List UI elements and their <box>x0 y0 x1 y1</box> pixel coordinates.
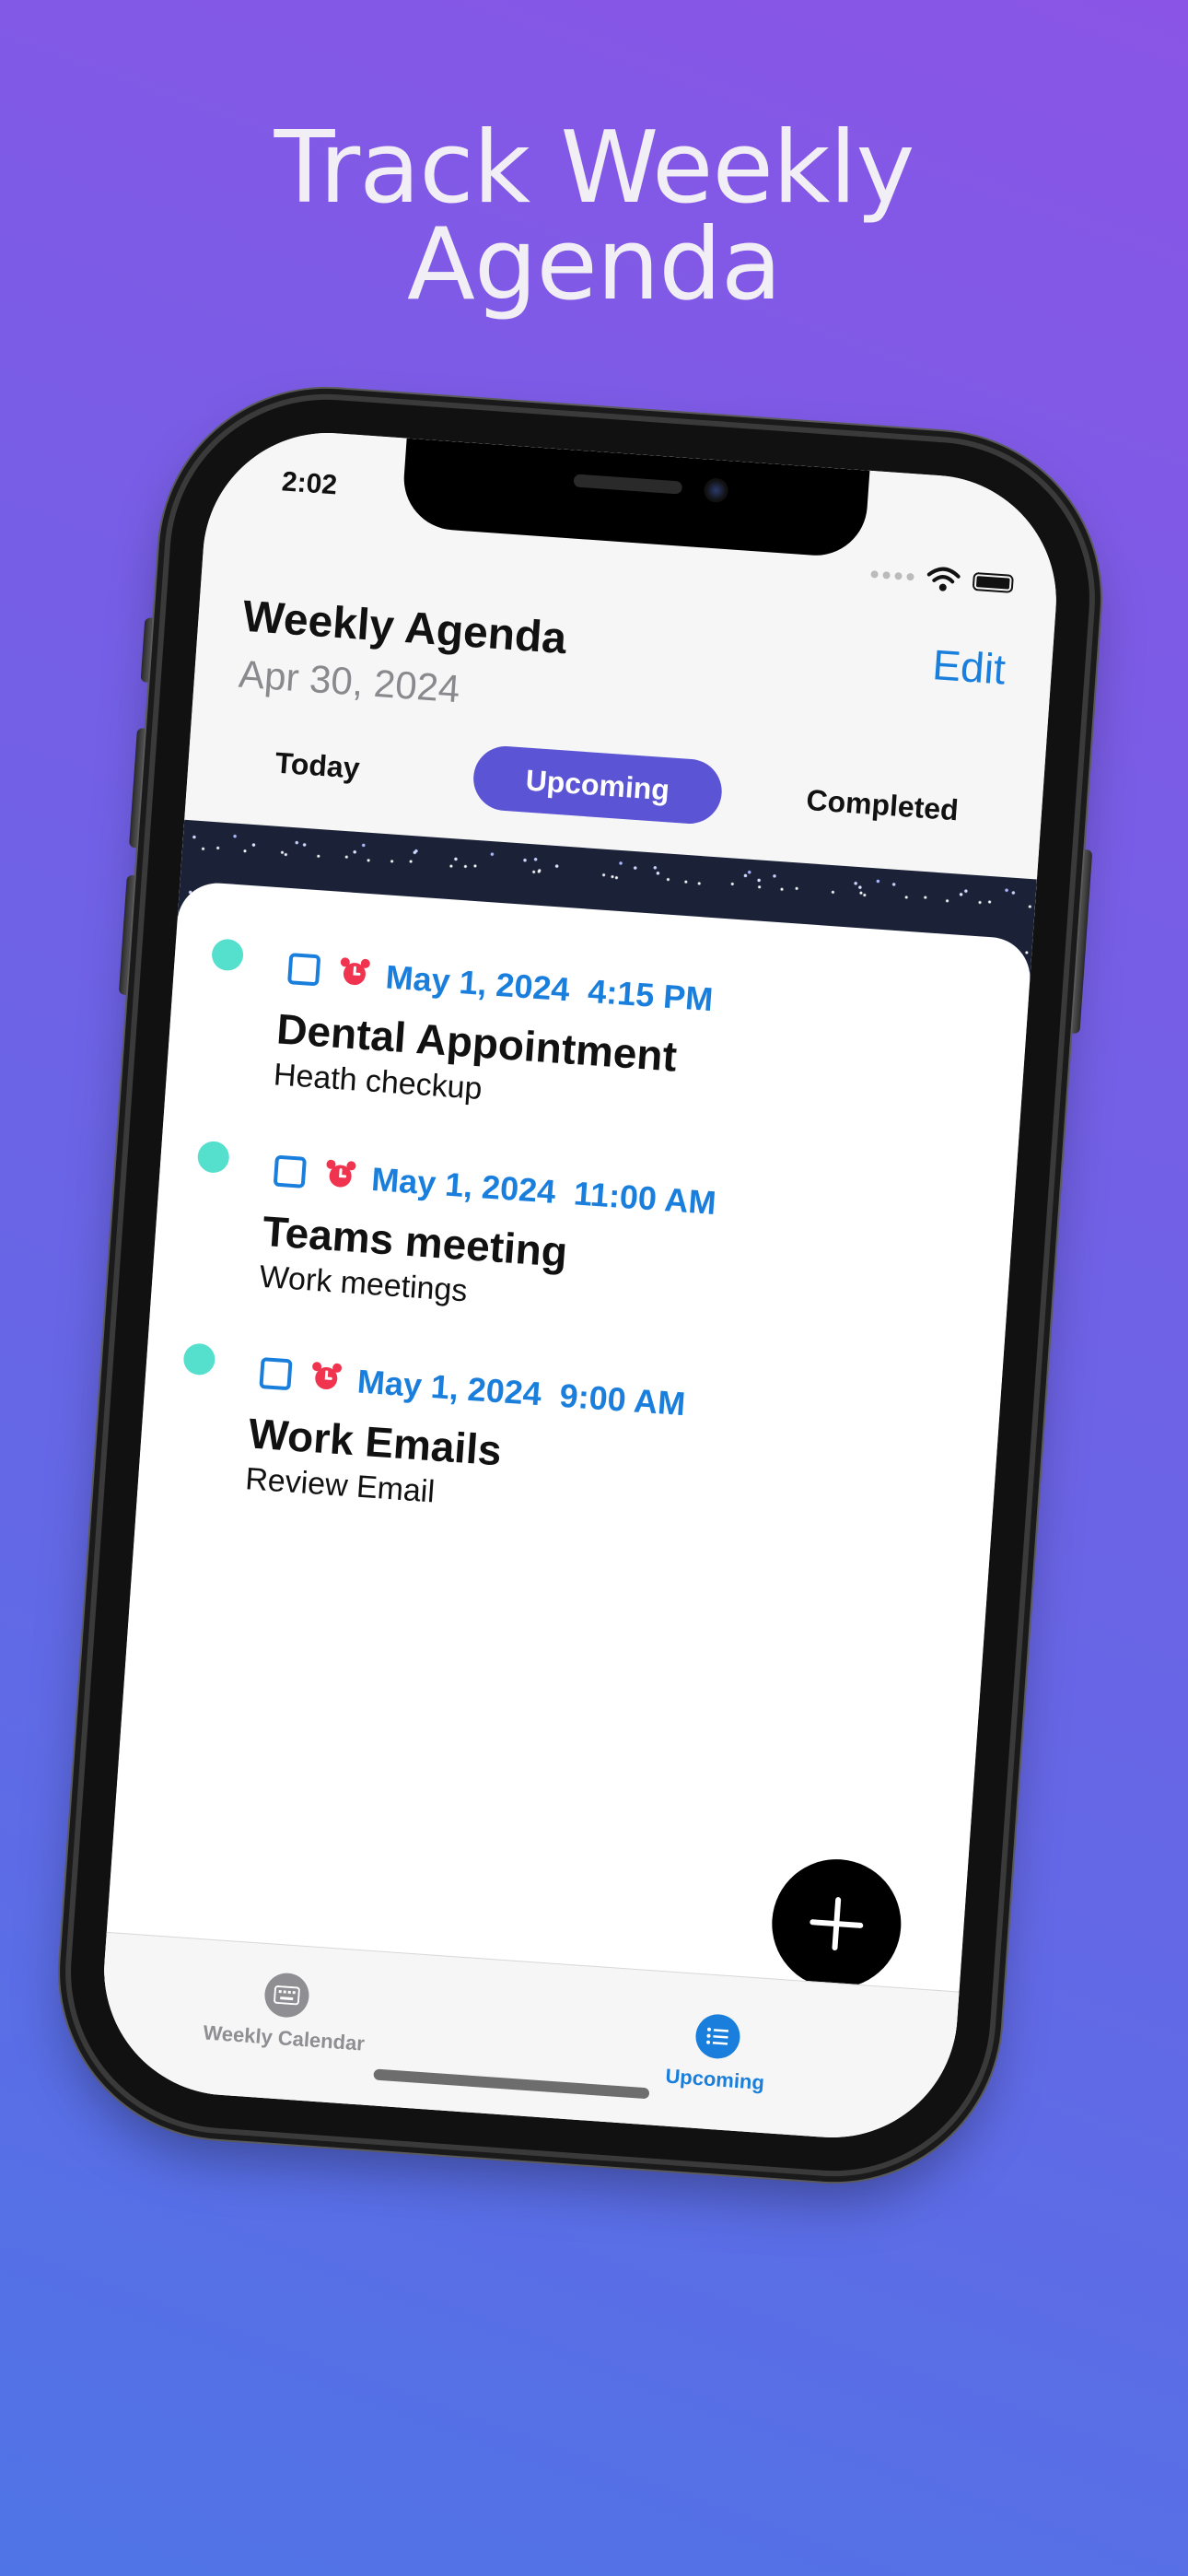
segment-today[interactable]: Today <box>223 727 411 804</box>
alarm-clock-icon <box>326 1159 356 1188</box>
promo-headline: Track Weekly Agenda <box>0 111 1188 322</box>
tab-upcoming[interactable]: Upcoming <box>613 2008 821 2099</box>
task-status-dot <box>182 1342 216 1376</box>
phone-volume-down <box>118 874 140 996</box>
phone-power-button <box>1066 849 1093 1035</box>
task-date: May 1, 2024 <box>370 1159 557 1211</box>
alarm-clock-icon <box>312 1362 343 1390</box>
edit-button[interactable]: Edit <box>931 639 1007 694</box>
signal-dots-icon <box>870 570 914 581</box>
tab-label: Weekly Calendar <box>202 2020 366 2055</box>
alarm-clock-icon <box>340 957 370 986</box>
task-item[interactable]: May 1, 2024 11:00 AM Teams meeting Work m… <box>187 1122 990 1362</box>
task-status-dot <box>196 1140 230 1175</box>
task-date: May 1, 2024 <box>384 957 571 1009</box>
phone-frame: 2:02 Weekly Agenda Edit Apr 30, 2024 Tod… <box>60 389 1101 2182</box>
app-screen: 2:02 Weekly Agenda Edit Apr 30, 2024 Tod… <box>96 424 1065 2147</box>
task-item[interactable]: May 1, 2024 9:00 AM Work Emails Review Em… <box>173 1324 976 1563</box>
status-time: 2:02 <box>280 466 339 501</box>
battery-icon <box>972 571 1014 593</box>
task-status-dot <box>210 938 245 972</box>
plus-icon <box>809 1897 864 1951</box>
headline-line-2: Agenda <box>406 207 782 322</box>
tab-weekly-calendar[interactable]: Weekly Calendar <box>182 1966 390 2057</box>
front-camera <box>703 477 729 504</box>
phone-mockup: 2:02 Weekly Agenda Edit Apr 30, 2024 Tod… <box>60 389 1101 2182</box>
task-checkbox[interactable] <box>287 953 321 987</box>
task-datetime: May 1, 2024 9:00 AM <box>356 1362 687 1423</box>
phone-volume-up <box>128 727 150 849</box>
task-datetime: May 1, 2024 11:00 AM <box>370 1160 717 1223</box>
phone-silent-switch <box>140 617 158 684</box>
task-time: 11:00 AM <box>572 1174 717 1223</box>
wifi-icon <box>926 567 961 591</box>
task-time: 4:15 PM <box>587 971 715 1019</box>
task-item[interactable]: May 1, 2024 4:15 PM Dental Appointment He… <box>202 919 1005 1159</box>
headline-line-1: Track Weekly <box>274 111 915 226</box>
task-checkbox[interactable] <box>259 1357 293 1391</box>
keyboard-calendar-icon <box>262 1972 311 2020</box>
list-icon <box>693 2012 742 2061</box>
task-time: 9:00 AM <box>558 1376 687 1423</box>
task-checkbox[interactable] <box>273 1154 307 1188</box>
speaker-grille <box>573 474 683 495</box>
task-datetime: May 1, 2024 4:15 PM <box>384 958 714 1020</box>
task-date: May 1, 2024 <box>355 1362 543 1413</box>
task-list: May 1, 2024 4:15 PM Dental Appointment He… <box>102 880 1033 2043</box>
